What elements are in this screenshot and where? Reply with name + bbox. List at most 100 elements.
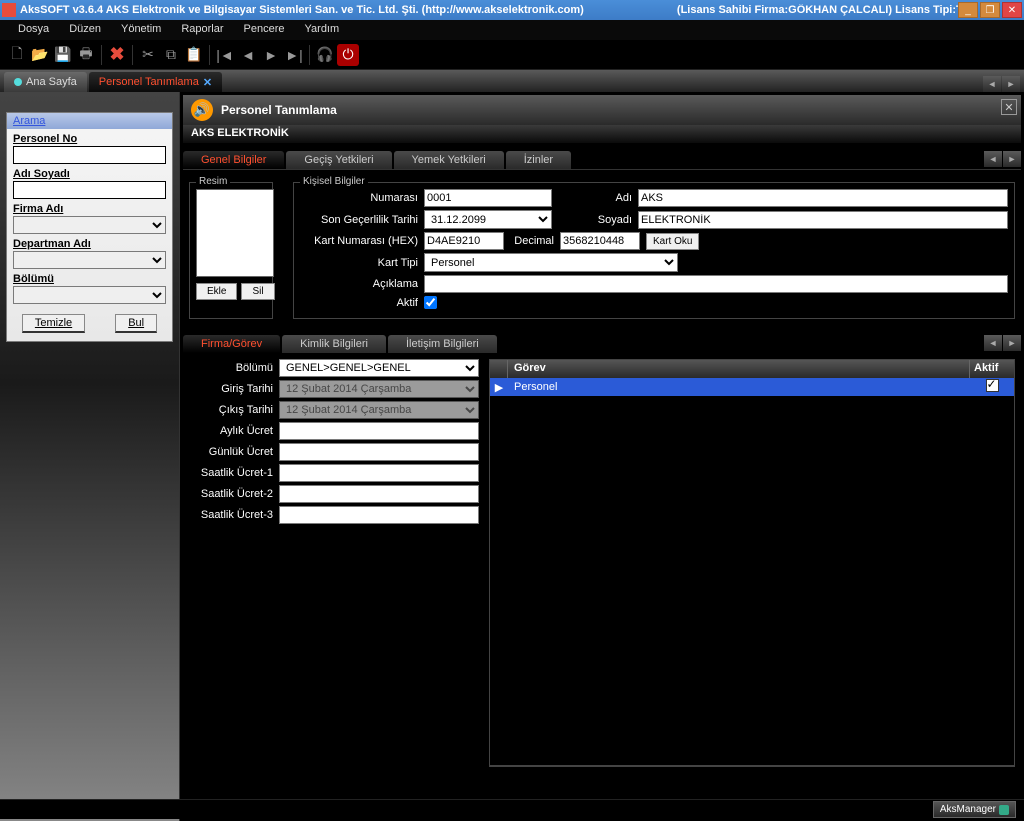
cut-icon[interactable]: ✂ <box>137 44 159 66</box>
save-icon[interactable]: 💾 <box>52 44 74 66</box>
label-giris: Giriş Tarihi <box>189 383 279 395</box>
menubar: Dosya Düzen Yönetim Raporlar Pencere Yar… <box>0 20 1024 40</box>
saatlik2-input[interactable] <box>279 485 479 503</box>
aylik-ucret-input[interactable] <box>279 422 479 440</box>
tab-genel-bilgiler[interactable]: Genel Bilgiler <box>183 151 284 169</box>
find-button[interactable]: Bul <box>115 314 157 333</box>
tab-label: Personel Tanımlama <box>99 76 199 88</box>
grid-col-gorev[interactable]: Görev <box>508 360 970 378</box>
titlebar-text: AksSOFT v3.6.4 AKS Elektronik ve Bilgisa… <box>20 4 958 16</box>
search-adi-soyadi-input[interactable] <box>13 181 166 199</box>
aciklama-input[interactable] <box>424 275 1008 293</box>
firma-gorev-form: BölümüGENEL>GENEL>GENEL Giriş Tarihi12 Ş… <box>189 359 479 767</box>
headphones-icon[interactable]: 🎧 <box>314 44 336 66</box>
label-saatlik1: Saatlik Ücret-1 <box>189 467 279 479</box>
gunluk-ucret-input[interactable] <box>279 443 479 461</box>
decimal-input[interactable] <box>560 232 640 250</box>
label-firma-adi: Firma Adı <box>13 203 166 215</box>
label-saatlik2: Saatlik Ücret-2 <box>189 488 279 500</box>
panel-title: Personel Tanımlama <box>221 103 337 117</box>
saatlik3-input[interactable] <box>279 506 479 524</box>
tab-iletisim-bilgileri[interactable]: İletişim Bilgileri <box>388 335 497 353</box>
statusbar: AksManager <box>0 799 1024 819</box>
clear-button[interactable]: Temizle <box>22 314 85 333</box>
search-bolumu-select[interactable] <box>13 286 166 304</box>
photo-delete-button[interactable]: Sil <box>241 283 274 300</box>
resim-legend: Resim <box>196 176 230 187</box>
numarasi-input[interactable] <box>424 189 552 207</box>
first-icon[interactable]: |◄ <box>214 44 236 66</box>
kart-tipi-select[interactable]: Personel <box>424 253 678 272</box>
menu-yonetim[interactable]: Yönetim <box>111 20 171 40</box>
menu-raporlar[interactable]: Raporlar <box>171 20 233 40</box>
subtab1-scroll-right-icon[interactable]: ► <box>1003 151 1021 167</box>
print-icon[interactable]: 🖶 <box>75 44 97 66</box>
menu-duzen[interactable]: Düzen <box>59 20 111 40</box>
cikis-tarihi-select[interactable]: 12 Şubat 2014 Çarşamba <box>279 401 479 419</box>
label-gecerlilik: Son Geçerlilik Tarihi <box>300 214 418 226</box>
label-kart-hex: Kart Numarası (HEX) <box>300 235 418 247</box>
prev-icon[interactable]: ◄ <box>237 44 259 66</box>
tab-close-icon[interactable]: ✕ <box>203 76 212 89</box>
delete-icon[interactable]: ✖ <box>106 44 128 66</box>
kart-oku-button[interactable]: Kart Oku <box>646 233 699 250</box>
gecerlilik-select[interactable]: 31.12.2099 <box>424 210 552 229</box>
panel-icon: 🔊 <box>191 99 213 121</box>
menu-yardim[interactable]: Yardım <box>295 20 350 40</box>
adi-input[interactable] <box>638 189 1008 207</box>
status-text: AksManager <box>940 804 996 815</box>
copy-icon[interactable]: ⧉ <box>160 44 182 66</box>
kisisel-fieldset: Kişisel Bilgiler Numarası Adı Son Geçerl… <box>293 182 1015 319</box>
app-icon <box>2 3 16 17</box>
tab-yemek-yetkileri[interactable]: Yemek Yetkileri <box>394 151 504 169</box>
tab-izinler[interactable]: İzinler <box>506 151 571 169</box>
tab-ana-sayfa[interactable]: Ana Sayfa <box>4 72 87 92</box>
tab-scroll-left-icon[interactable]: ◄ <box>983 76 1001 92</box>
search-personel-no-input[interactable] <box>13 146 166 164</box>
tab-gecis-yetkileri[interactable]: Geçiş Yetkileri <box>286 151 391 169</box>
grid-row[interactable]: ▶ Personel <box>490 378 1014 396</box>
bolumu-select[interactable]: GENEL>GENEL>GENEL <box>279 359 479 377</box>
paste-icon[interactable]: 📋 <box>183 44 205 66</box>
panel-close-button[interactable]: ✕ <box>1001 99 1017 115</box>
label-cikis: Çıkış Tarihi <box>189 404 279 416</box>
saatlik1-input[interactable] <box>279 464 479 482</box>
search-firma-select[interactable] <box>13 216 166 234</box>
titlebar: AksSOFT v3.6.4 AKS Elektronik ve Bilgisa… <box>0 0 1024 20</box>
tab-personel-tanimlama[interactable]: Personel Tanımlama ✕ <box>89 72 222 92</box>
label-aktif: Aktif <box>300 297 418 309</box>
subtab1-scroll-left-icon[interactable]: ◄ <box>984 151 1002 167</box>
new-icon[interactable]: 🗋 <box>6 44 28 66</box>
minimize-button[interactable]: _ <box>958 2 978 18</box>
tab-firma-gorev[interactable]: Firma/Görev <box>183 335 280 353</box>
grid-col-aktif[interactable]: Aktif <box>970 360 1014 378</box>
photo-add-button[interactable]: Ekle <box>196 283 237 300</box>
status-badge[interactable]: AksManager <box>933 801 1016 818</box>
next-icon[interactable]: ► <box>260 44 282 66</box>
aktif-checkbox[interactable] <box>424 296 437 309</box>
tab-kimlik-bilgileri[interactable]: Kimlik Bilgileri <box>282 335 386 353</box>
label-adi: Adı <box>592 192 632 204</box>
giris-tarihi-select[interactable]: 12 Şubat 2014 Çarşamba <box>279 380 479 398</box>
tab-scroll-right-icon[interactable]: ► <box>1002 76 1020 92</box>
label-personel-no: Personel No <box>13 133 166 145</box>
open-icon[interactable]: 📂 <box>29 44 51 66</box>
label-departman-adi: Departman Adı <box>13 238 166 250</box>
subtab2-scroll-right-icon[interactable]: ► <box>1003 335 1021 351</box>
document-tabs: Ana Sayfa Personel Tanımlama ✕ ◄ ► <box>0 70 1024 92</box>
soyadi-input[interactable] <box>638 211 1008 229</box>
window-close-button[interactable]: ✕ <box>1002 2 1022 18</box>
content-panel: 🔊 Personel Tanımlama ✕ AKS ELEKTRONİK Ge… <box>180 92 1024 821</box>
maximize-button[interactable]: ❐ <box>980 2 1000 18</box>
search-departman-select[interactable] <box>13 251 166 269</box>
grid-body <box>490 396 1014 766</box>
sub-tabs-1: Genel Bilgiler Geçiş Yetkileri Yemek Yet… <box>183 151 1021 169</box>
menu-pencere[interactable]: Pencere <box>234 20 295 40</box>
power-icon[interactable]: ⏻ <box>337 44 359 66</box>
menu-dosya[interactable]: Dosya <box>8 20 59 40</box>
subtab2-scroll-left-icon[interactable]: ◄ <box>984 335 1002 351</box>
label-adi-soyadi: Adı Soyadı <box>13 168 166 180</box>
kart-hex-input[interactable] <box>424 232 504 250</box>
last-icon[interactable]: ►| <box>283 44 305 66</box>
grid-aktif-checkbox[interactable] <box>986 379 999 392</box>
